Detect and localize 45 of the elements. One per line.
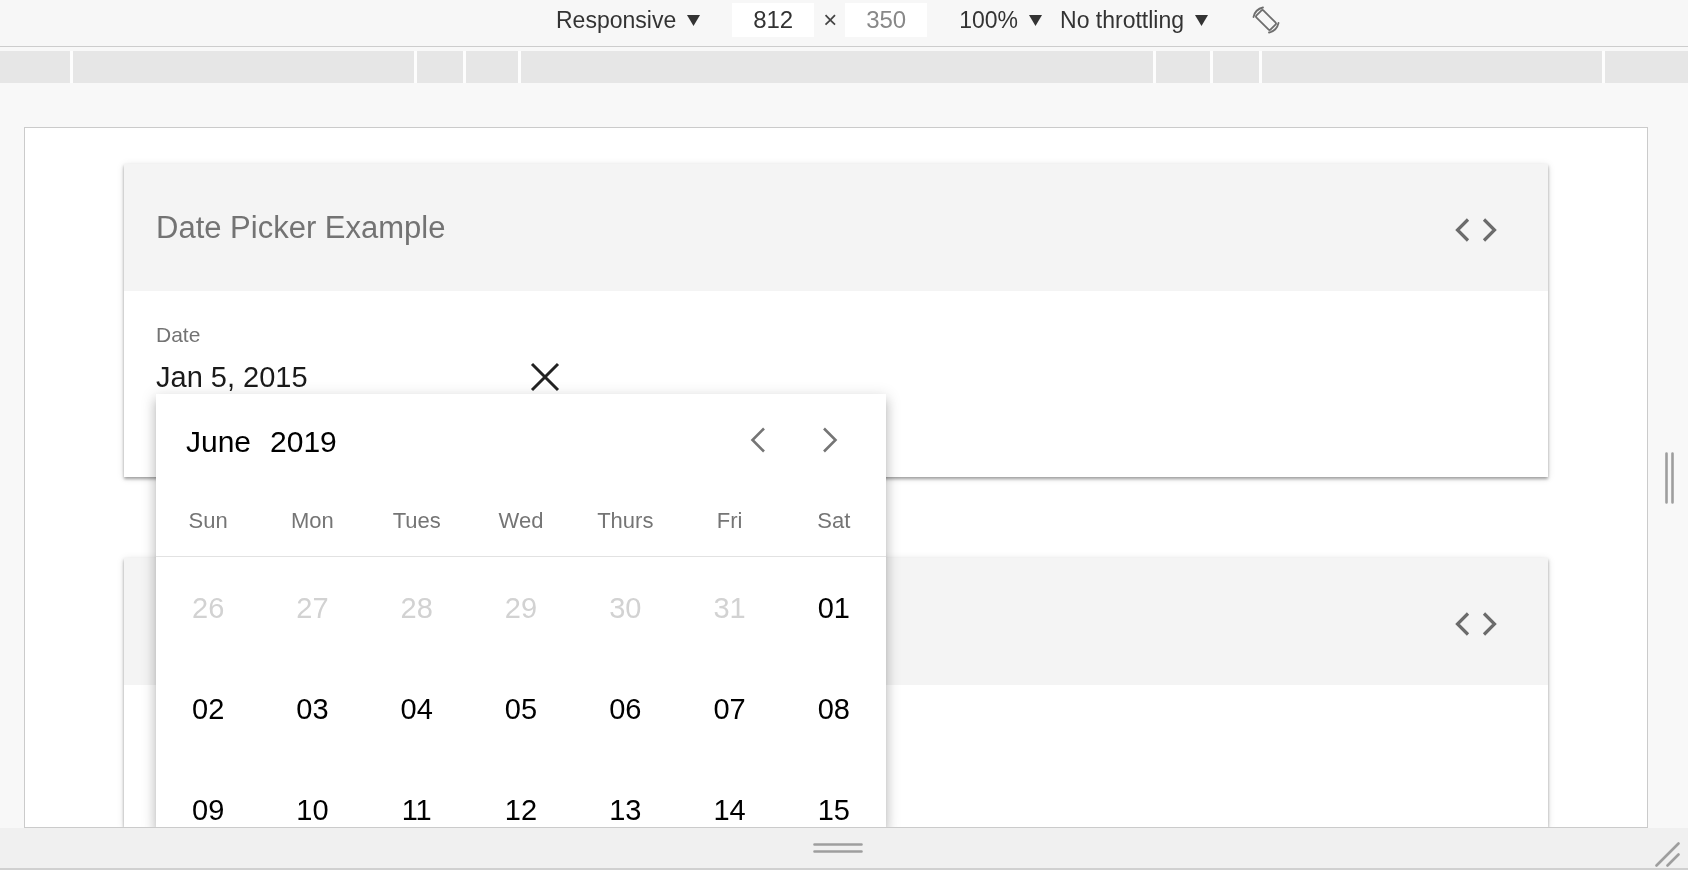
weekday-label: Thurs [597,508,654,534]
month-button[interactable]: June [186,424,252,460]
throttling-dropdown[interactable]: No throttling [1060,3,1209,37]
zoom-dropdown[interactable]: 100% [959,3,1043,37]
calendar-day[interactable]: 13 [603,794,648,825]
weekday-label: Sat [817,508,851,534]
calendar-day[interactable]: 14 [707,794,752,825]
calendar-day[interactable]: 15 [811,794,856,825]
width-input[interactable]: 812 [732,3,815,37]
chevron-right-icon[interactable] [822,427,838,453]
calendar-day[interactable]: 05 [498,693,544,724]
calendar-day[interactable]: 06 [603,693,648,724]
resize-handle-icon[interactable] [813,843,863,853]
calendar-day[interactable]: 09 [186,794,231,825]
weekday-label: Wed [498,508,544,534]
calendar-day[interactable]: 08 [811,693,856,724]
chevron-left-icon[interactable] [750,427,766,453]
card-title: Date Picker Example [156,209,446,246]
dimension-separator: × [823,6,838,34]
weekday-label: Mon [291,508,334,534]
caret-icon [1195,14,1209,26]
calendar-day[interactable]: 02 [186,693,231,724]
weekday-label: Tues [392,508,441,534]
date-input[interactable]: Jan 5, 2015 [156,360,528,394]
resize-corner-icon[interactable] [1655,841,1680,867]
calendar-day[interactable]: 04 [394,693,439,724]
caret-icon [687,14,701,26]
resize-handle-icon[interactable] [1664,451,1674,504]
rotate-icon[interactable] [1252,6,1281,34]
calendar-day[interactable]: 12 [498,794,544,825]
height-input[interactable]: 350 [845,3,928,37]
device-dropdown[interactable]: Responsive [556,3,701,37]
calendar-day[interactable]: 10 [290,794,335,825]
year-button[interactable]: 2019 [270,424,337,460]
calendar-day[interactable]: 03 [290,693,335,724]
field-label: Date [156,323,201,347]
weekday-label: Sun [188,508,228,534]
calendar-day[interactable]: 07 [707,693,752,724]
calendar-day[interactable]: 11 [395,794,438,825]
clear-icon[interactable] [530,362,560,392]
caret-icon [1029,14,1043,26]
code-icon[interactable] [1455,611,1497,636]
code-icon[interactable] [1455,217,1497,242]
weekday-label: Fri [716,508,743,534]
calendar-day[interactable]: 01 [811,592,856,623]
